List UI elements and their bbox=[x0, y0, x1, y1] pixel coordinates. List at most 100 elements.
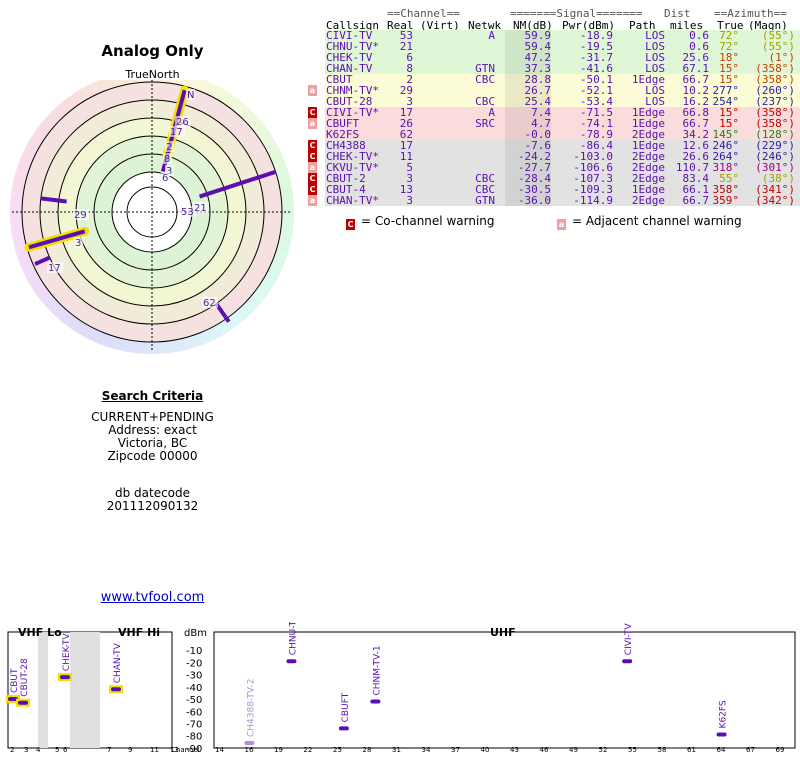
adjacent-channel-warning-icon: a bbox=[308, 118, 317, 129]
y-tick-label: -50 bbox=[186, 695, 202, 706]
radar-plot: N2617283629 53 2131762 bbox=[10, 80, 294, 354]
cell-netwk: A bbox=[488, 29, 495, 42]
uhf-tick-label: 40 bbox=[481, 746, 490, 754]
station-mark bbox=[18, 700, 28, 705]
vhf-gap-shade bbox=[38, 632, 48, 748]
co-channel-warning-icon: C bbox=[308, 107, 317, 118]
vhf-tick-label: 4 bbox=[36, 746, 41, 754]
cell-nm: -36.0 bbox=[517, 194, 551, 207]
uhf-panel bbox=[213, 631, 796, 749]
vhf-tick-label: 5 bbox=[55, 746, 59, 754]
station-mark bbox=[60, 675, 70, 680]
station-label: CIVI-TV bbox=[624, 623, 634, 656]
uhf-tick-label: 55 bbox=[628, 746, 637, 754]
vhf-tick-label: 9 bbox=[128, 746, 132, 754]
y-tick-label: -20 bbox=[186, 658, 202, 669]
criteria-line: Zipcode 00000 bbox=[107, 449, 198, 463]
co-channel-warning-icon: C bbox=[308, 184, 317, 195]
uhf-tick-label: 49 bbox=[569, 746, 578, 754]
uhf-tick-label: 14 bbox=[215, 746, 224, 754]
vhf-lo-label: VHF Lo bbox=[18, 626, 62, 639]
tvfool-link[interactable]: www.tvfool.com bbox=[0, 590, 305, 605]
station-label: CBUT-28 bbox=[20, 658, 30, 697]
co-channel-warning-icon: C bbox=[308, 140, 317, 151]
radar-station-label: 3 bbox=[75, 238, 81, 249]
vhf-tick-label: 6 bbox=[63, 746, 68, 754]
uhf-tick-label: 69 bbox=[776, 746, 785, 754]
spectrum-chart: VHF Lo VHF Hi UHF dBm -10-20 -30-40-50-60-70 -… bbox=[6, 622, 796, 755]
adjacent-channel-warning-icon: a bbox=[308, 85, 317, 96]
radar-station-label: 29 bbox=[74, 210, 87, 221]
y-tick-label: -40 bbox=[186, 683, 202, 694]
station-label: CHEK-TV bbox=[62, 632, 72, 671]
vhf-tick-label: 13 bbox=[170, 746, 179, 754]
uhf-tick-label: 34 bbox=[422, 746, 431, 754]
spectrum-frame: VHF Lo VHF Hi UHF dBm -10-20 -30-40-50-60-70 -… bbox=[7, 626, 796, 755]
station-mark bbox=[286, 659, 297, 664]
station-mark bbox=[716, 732, 727, 737]
radar-hue-segment bbox=[150, 341, 160, 354]
station-label: CBUFT bbox=[341, 692, 351, 722]
cell-netwk: CBC bbox=[475, 73, 495, 86]
y-tick-label: -60 bbox=[186, 707, 202, 718]
uhf-label: UHF bbox=[490, 626, 516, 639]
station-label: CBUT bbox=[10, 668, 20, 693]
cell-true: 359° bbox=[712, 194, 740, 207]
y-tick-label: -80 bbox=[186, 732, 202, 743]
uhf-tick-label: 16 bbox=[245, 746, 254, 754]
station-label: CHNM-TV-1 bbox=[372, 645, 382, 695]
uhf-tick-label: 46 bbox=[540, 746, 549, 754]
station-mark bbox=[244, 741, 255, 746]
db-datecode-value: 201112090132 bbox=[106, 499, 199, 513]
criteria-heading: Search Criteria bbox=[101, 389, 204, 403]
co-channel-legend-label: = Co-channel warning bbox=[361, 214, 495, 228]
search-criteria: Search Criteria CURRENT+PENDING Address:… bbox=[0, 390, 305, 463]
dbm-unit-label: dBm bbox=[184, 628, 207, 639]
y-tick-label: -10 bbox=[186, 646, 202, 657]
cell-real: 3 bbox=[406, 194, 413, 207]
uhf-tick-label: 52 bbox=[599, 746, 608, 754]
uhf-tick-label: 37 bbox=[451, 746, 460, 754]
station-mark bbox=[370, 699, 381, 704]
uhf-tick-label: 31 bbox=[392, 746, 401, 754]
station-mark bbox=[111, 687, 121, 692]
y-tick-label: -70 bbox=[186, 719, 202, 730]
radar-station-label: 2 bbox=[166, 142, 172, 153]
warning-legend: C = Co-channel warning a = Adjacent channe… bbox=[346, 214, 786, 230]
cell-netwk: SRC bbox=[475, 117, 495, 130]
uhf-tick-label: 19 bbox=[274, 746, 283, 754]
co-channel-warning-icon: C bbox=[308, 173, 317, 184]
station-label: CHNU-TV-1 bbox=[288, 622, 298, 655]
radar-station-label: 17 bbox=[170, 127, 183, 138]
radar-station-label: 62 bbox=[203, 298, 216, 309]
cell-callsign: CHAN-TV* bbox=[326, 194, 379, 207]
vhf-tick-label: 2 bbox=[10, 746, 14, 754]
radar-station-label: 21 bbox=[194, 203, 207, 214]
station-label: K62FS bbox=[719, 700, 729, 728]
table-row[interactable]: CHAN-TV* 3 GTN -36.0 -114.9 2Edge 66.7 359° (342… bbox=[325, 195, 800, 206]
uhf-tick-label: 67 bbox=[746, 746, 755, 754]
uhf-tick-label: 61 bbox=[687, 746, 696, 754]
radar-title: Analog Only bbox=[101, 42, 204, 60]
radar-station-label: 17 bbox=[48, 263, 61, 274]
cell-dist: 66.7 bbox=[682, 194, 710, 207]
uhf-tick-label: 28 bbox=[363, 746, 372, 754]
station-table: ==Channel== =======Signal======= Dist ==… bbox=[308, 0, 800, 212]
adjacent-channel-warning-icon: a bbox=[557, 219, 566, 230]
spectrum-marks: CBUT CBUT-28 CHEK-TV CHAN-TV CH4388-TV-2 CHNU… bbox=[6, 622, 729, 746]
co-channel-warning-icon: C bbox=[308, 151, 317, 162]
radar-station-label: 8 bbox=[164, 154, 170, 165]
cell-netwk: GTN bbox=[475, 194, 495, 207]
cell-magn: (342°) bbox=[755, 194, 795, 207]
cell-pwr: -114.9 bbox=[573, 194, 613, 207]
radar-hue-segment bbox=[281, 204, 294, 214]
vhf-hi-label: VHF Hi bbox=[118, 626, 160, 639]
cell-path: 2Edge bbox=[631, 194, 665, 207]
vhf-tick-label: 7 bbox=[107, 746, 111, 754]
uhf-tick-label: 22 bbox=[304, 746, 313, 754]
station-mark bbox=[338, 726, 349, 731]
uhf-tick-label: 43 bbox=[510, 746, 519, 754]
adjacent-channel-warning-icon: a bbox=[308, 162, 317, 173]
station-label: CH4388-TV-2 bbox=[246, 679, 256, 737]
adjacent-channel-legend-label: = Adjacent channel warning bbox=[572, 214, 742, 228]
